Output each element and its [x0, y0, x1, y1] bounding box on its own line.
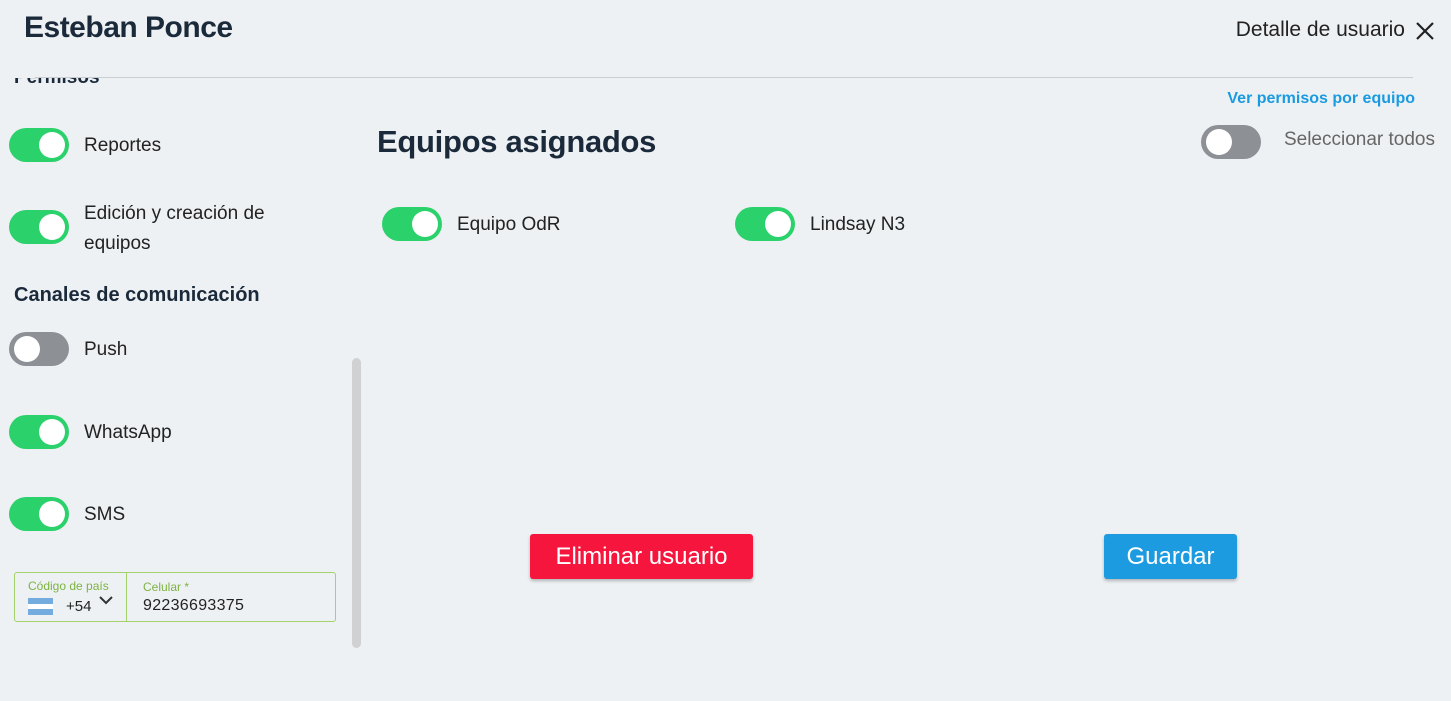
permissions-section-title: Permisos	[14, 78, 100, 100]
view-permissions-by-team-link[interactable]: Ver permisos por equipo	[1227, 90, 1415, 108]
country-code-value[interactable]: +54	[66, 598, 91, 615]
toggle-whatsapp[interactable]	[9, 415, 69, 449]
toggle-team-equipo-odr[interactable]	[382, 207, 442, 241]
header-divider	[35, 77, 1413, 78]
chevron-down-icon	[99, 596, 113, 605]
toggle-team-lindsay-n3[interactable]	[735, 207, 795, 241]
toggle-knob	[765, 211, 791, 237]
toggle-knob	[39, 132, 65, 158]
label-whatsapp: WhatsApp	[84, 422, 172, 443]
label-edicion-equipos-line2: equipos	[84, 233, 151, 254]
country-code-label: Código de país	[28, 579, 109, 593]
country-code-dropdown[interactable]	[97, 592, 115, 608]
assigned-teams-title: Equipos asignados	[377, 124, 657, 159]
toggle-select-all[interactable]	[1201, 125, 1261, 159]
label-push: Push	[84, 339, 128, 360]
select-all-label: Seleccionar todos	[1283, 129, 1435, 150]
toggle-knob	[39, 501, 65, 527]
toggle-push[interactable]	[9, 332, 69, 366]
label-reportes: Reportes	[84, 135, 162, 156]
label-team-equipo-odr: Equipo OdR	[457, 214, 561, 235]
toggle-knob	[1206, 129, 1232, 155]
toggle-knob	[14, 336, 40, 362]
label-sms: SMS	[84, 504, 126, 525]
toggle-knob	[412, 211, 438, 237]
close-icon	[1416, 22, 1434, 40]
toggle-knob	[39, 214, 65, 240]
cellphone-input[interactable]: 92236693375	[143, 597, 244, 615]
toggle-sms[interactable]	[9, 497, 69, 531]
channels-section-title: Canales de comunicación	[14, 284, 260, 306]
cellphone-label: Celular *	[143, 580, 190, 594]
left-panel-scrollbar[interactable]	[352, 358, 361, 648]
argentina-flag-icon	[28, 598, 53, 615]
close-button[interactable]	[1411, 14, 1439, 46]
save-button[interactable]: Guardar	[1104, 534, 1237, 579]
label-edicion-equipos-line1: Edición y creación de	[84, 203, 265, 224]
user-name-title: Esteban Ponce	[24, 11, 233, 44]
label-team-lindsay-n3: Lindsay N3	[810, 214, 906, 235]
detail-panel-title: Detalle de usuario	[1235, 18, 1405, 41]
delete-user-button[interactable]: Eliminar usuario	[530, 534, 753, 579]
toggle-edicion-equipos[interactable]	[9, 210, 69, 244]
toggle-knob	[39, 419, 65, 445]
toggle-reportes[interactable]	[9, 128, 69, 162]
phone-input-separator	[126, 573, 127, 621]
